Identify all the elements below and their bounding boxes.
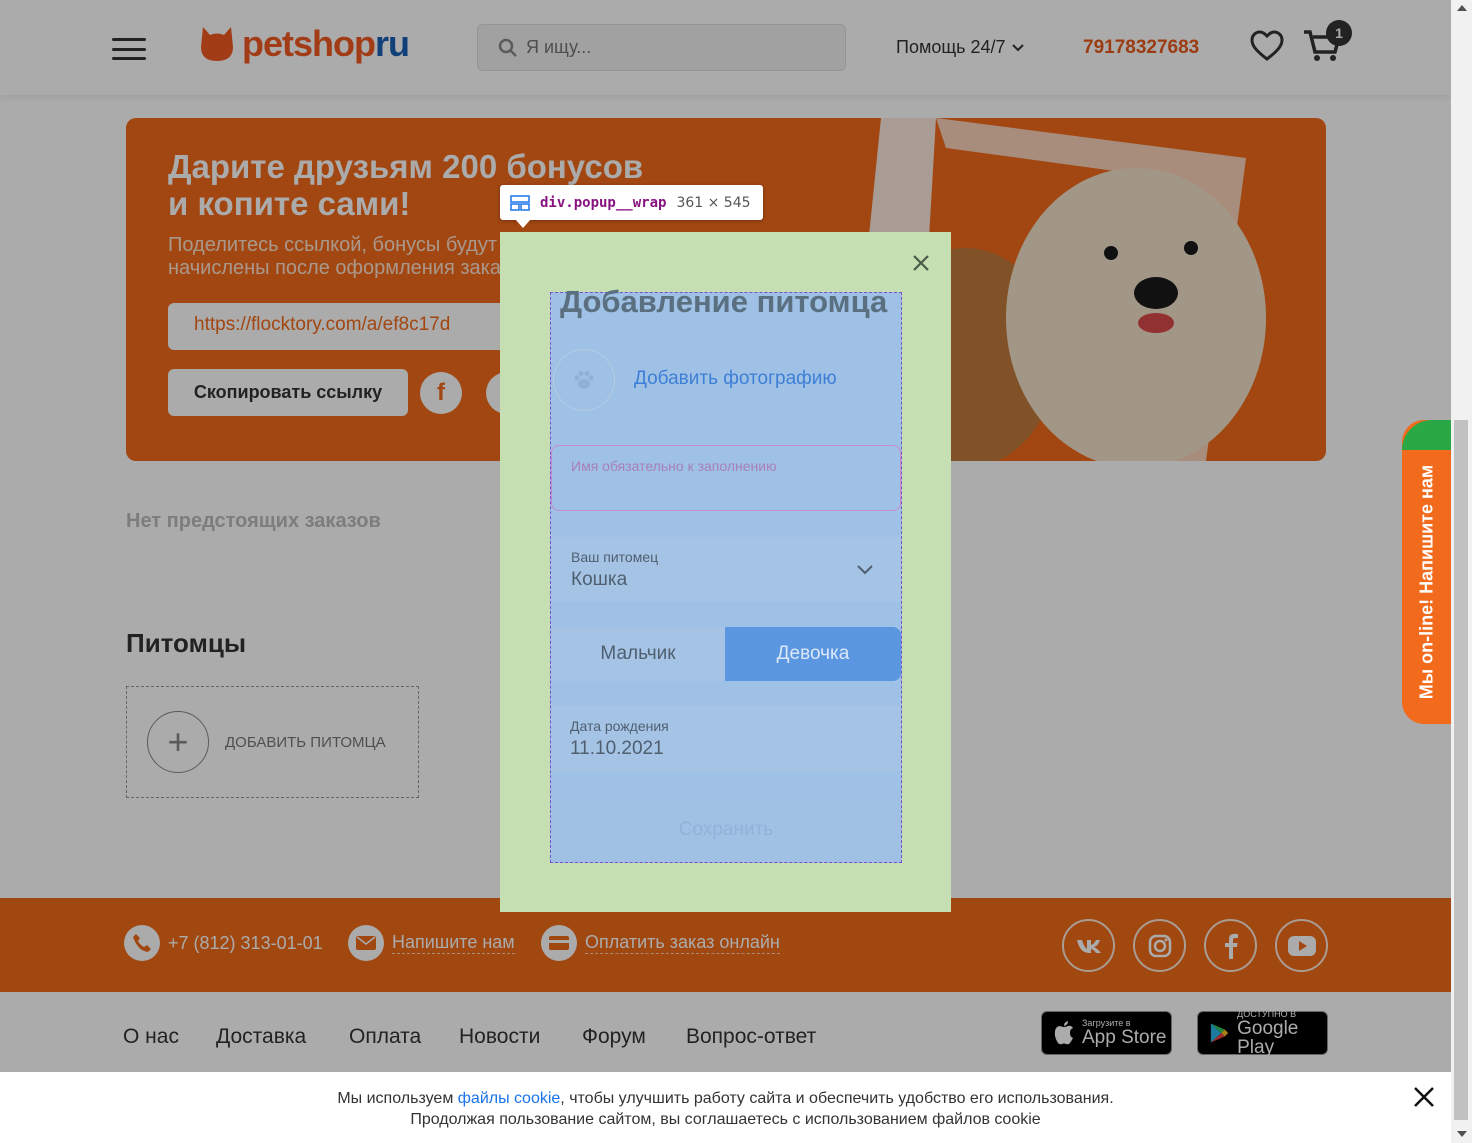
devtools-tooltip: div.popup__wrap 361 × 545 <box>500 185 763 220</box>
birth-date-label: Дата рождения <box>570 718 669 734</box>
leaf-icon <box>1402 420 1451 450</box>
scroll-down-arrow-icon[interactable] <box>1457 1131 1467 1137</box>
page: petshopru Помощь 24/7 79178327683 1 Дари… <box>0 0 1472 1143</box>
gender-male-button[interactable]: Мальчик <box>551 627 725 681</box>
gender-female-button[interactable]: Девочка <box>725 627 901 681</box>
flex-layout-icon <box>510 194 530 211</box>
birth-date-value: 11.10.2021 <box>570 738 664 759</box>
save-button[interactable]: Сохранить <box>551 797 901 862</box>
devtools-selector: div.popup__wrap <box>540 194 667 211</box>
cookie-banner: Мы используем файлы cookie, чтобы улучши… <box>0 1072 1451 1143</box>
birth-date-field[interactable]: Дата рождения 11.10.2021 <box>551 706 901 772</box>
chevron-down-icon <box>857 565 873 575</box>
cookie-line2: Продолжая пользование сайтом, вы соглаша… <box>410 1111 1041 1128</box>
add-photo-button[interactable] <box>553 349 615 411</box>
add-photo-label[interactable]: Добавить фотографию <box>634 368 837 390</box>
devtools-tooltip-arrow <box>515 219 531 228</box>
close-icon[interactable] <box>908 250 934 276</box>
close-icon[interactable] <box>1411 1084 1437 1110</box>
cookie-line1: Мы используем файлы cookie, чтобы улучши… <box>337 1090 1114 1107</box>
scrollbar-thumb[interactable] <box>1454 420 1468 1120</box>
pet-type-select[interactable]: Ваш питомец Кошка <box>551 537 901 602</box>
online-chat-label: Мы on-line! Напишите нам <box>1416 464 1436 700</box>
pet-type-label: Ваш питомец <box>571 549 659 565</box>
devtools-size: 361 × 545 <box>676 194 751 211</box>
cookie-link[interactable]: файлы cookie <box>458 1090 561 1107</box>
online-chat-tab[interactable]: Мы on-line! Напишите нам <box>1402 420 1451 724</box>
pet-type-value: Кошка <box>571 569 628 590</box>
scroll-up-arrow-icon[interactable] <box>1457 5 1467 11</box>
paw-icon <box>574 371 594 389</box>
pet-name-input[interactable]: Имя обязательно к заполнению <box>551 445 901 511</box>
popup-title: Добавление питомца <box>560 284 888 319</box>
